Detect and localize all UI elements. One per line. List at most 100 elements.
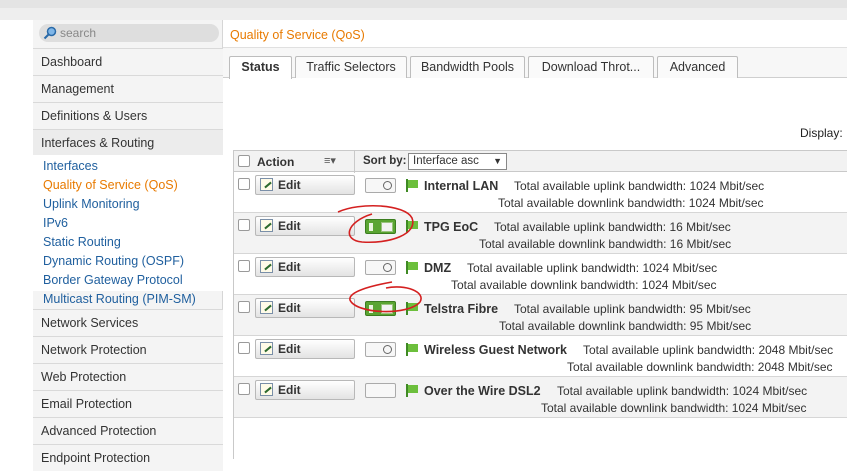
sort-by-label: Sort by:: [363, 155, 407, 167]
sidebar-subitem-uplink-monitoring[interactable]: Uplink Monitoring: [43, 197, 140, 211]
edit-icon: [260, 219, 273, 232]
row-checkbox[interactable]: [238, 219, 250, 231]
sidebar-subitem-static-routing[interactable]: Static Routing: [43, 235, 121, 249]
select-all-checkbox[interactable]: [238, 155, 250, 167]
tab-download-throttling[interactable]: Download Throt...: [528, 56, 654, 78]
downlink-bandwidth: Total available downlink bandwidth: 1024…: [451, 278, 717, 292]
display-label: Display:: [800, 126, 843, 140]
uplink-bandwidth: Total available uplink bandwidth: 1024 M…: [467, 261, 718, 275]
table-row: Edit DMZ Total available uplink bandwidth:…: [234, 254, 847, 295]
edit-button-label: Edit: [278, 178, 301, 192]
edit-button[interactable]: Edit: [255, 339, 355, 359]
table-row: Edit Telstra Fibre Total available uplink …: [234, 295, 847, 336]
edit-button[interactable]: Edit: [255, 257, 355, 277]
downlink-bandwidth: Total available downlink bandwidth: 95 M…: [499, 319, 752, 333]
status-toggle-on[interactable]: [365, 301, 396, 316]
sidebar-item-definitions-users[interactable]: Definitions & Users: [33, 102, 223, 129]
window-top-inner: [0, 0, 847, 8]
edit-button[interactable]: Edit: [255, 175, 355, 195]
edit-icon: [260, 383, 273, 396]
sidebar-subitem-bgp[interactable]: Border Gateway Protocol: [43, 273, 183, 287]
header-divider: [354, 151, 355, 173]
sidebar-subitem-interfaces[interactable]: Interfaces: [43, 159, 98, 173]
sidebar-subitem-ipv6[interactable]: IPv6: [43, 216, 68, 230]
row-checkbox[interactable]: [238, 301, 250, 313]
window-top-strip: [0, 0, 847, 20]
downlink-bandwidth: Total available downlink bandwidth: 1024…: [498, 196, 764, 210]
uplink-bandwidth: Total available uplink bandwidth: 2048 M…: [583, 343, 834, 357]
search-input[interactable]: search: [39, 24, 219, 42]
tab-status[interactable]: Status: [229, 56, 292, 79]
sidebar-item-email-protection[interactable]: Email Protection: [33, 390, 223, 417]
action-column-header: Action: [257, 155, 295, 169]
sidebar-subitem-pim-sm[interactable]: Multicast Routing (PIM-SM): [43, 292, 196, 306]
interface-flag-icon: [406, 220, 418, 233]
interface-flag-icon: [406, 343, 418, 356]
interface-flag-icon: [406, 302, 418, 315]
tab-bar: Status Traffic Selectors Bandwidth Pools…: [223, 48, 847, 79]
sidebar-item-advanced-protection[interactable]: Advanced Protection: [33, 417, 223, 444]
interface-flag-icon: [406, 179, 418, 192]
tab-advanced[interactable]: Advanced: [657, 56, 738, 78]
edit-button-label: Edit: [278, 219, 301, 233]
uplink-bandwidth: Total available uplink bandwidth: 16 Mbi…: [494, 220, 731, 234]
uplink-bandwidth: Total available uplink bandwidth: 1024 M…: [557, 384, 808, 398]
table-row: Edit Over the Wire DSL2 Total available up…: [234, 377, 847, 418]
left-margin: [0, 20, 33, 459]
interface-name: TPG EoC: [424, 220, 479, 234]
sidebar-item-endpoint-protection[interactable]: Endpoint Protection: [33, 444, 223, 471]
sidebar-item-dashboard[interactable]: Dashboard: [33, 48, 223, 75]
table-header: Action ≡▾ Sort by: Interface asc ▼: [234, 150, 847, 173]
tab-traffic-selectors[interactable]: Traffic Selectors: [295, 56, 407, 78]
edit-icon: [260, 342, 273, 355]
search-placeholder: search: [60, 26, 97, 40]
downlink-bandwidth: Total available downlink bandwidth: 1024…: [541, 401, 807, 415]
status-toggle-off[interactable]: [365, 342, 396, 357]
status-toggle-off[interactable]: [365, 260, 396, 275]
toggle-slot: [381, 304, 393, 314]
sidebar-subitem-qos[interactable]: Quality of Service (QoS): [43, 178, 178, 192]
uplink-bandwidth: Total available uplink bandwidth: 1024 M…: [514, 179, 765, 193]
edit-button[interactable]: Edit: [255, 216, 355, 236]
status-toggle-off[interactable]: [365, 383, 396, 398]
list-view-icon[interactable]: ≡▾: [324, 154, 336, 167]
search-icon: [43, 26, 57, 40]
sidebar-subitem-ospf[interactable]: Dynamic Routing (OSPF): [43, 254, 184, 268]
edit-button[interactable]: Edit: [255, 298, 355, 318]
edit-button-label: Edit: [278, 342, 301, 356]
interface-name: Internal LAN: [424, 179, 499, 193]
sort-select[interactable]: Interface asc ▼: [408, 153, 507, 170]
sidebar-submenu: Interfaces Quality of Service (QoS) Upli…: [33, 155, 223, 306]
edit-button-label: Edit: [278, 260, 301, 274]
sidebar-item-web-protection[interactable]: Web Protection: [33, 363, 223, 390]
row-checkbox[interactable]: [238, 383, 250, 395]
qos-interface-table: Action ≡▾ Sort by: Interface asc ▼ Edit I…: [233, 150, 847, 459]
status-toggle-off[interactable]: [365, 178, 396, 193]
tab-bandwidth-pools[interactable]: Bandwidth Pools: [410, 56, 525, 78]
table-row: Edit TPG EoC Total available uplink bandwi…: [234, 213, 847, 254]
interface-flag-icon: [406, 261, 418, 274]
sidebar-item-network-services[interactable]: Network Services: [33, 309, 223, 336]
interface-name: Telstra Fibre: [424, 302, 499, 316]
edit-button[interactable]: Edit: [255, 380, 355, 400]
toggle-knob: [383, 263, 392, 272]
interface-flag-icon: [406, 384, 418, 397]
row-checkbox[interactable]: [238, 260, 250, 272]
uplink-bandwidth: Total available uplink bandwidth: 95 Mbi…: [514, 302, 751, 316]
toggle-slot: [381, 222, 393, 232]
row-checkbox[interactable]: [238, 178, 250, 190]
sidebar-item-management[interactable]: Management: [33, 75, 223, 102]
interface-name: Wireless Guest Network: [424, 343, 567, 357]
interface-name: DMZ: [424, 261, 452, 275]
interface-name: Over the Wire DSL2: [424, 384, 541, 398]
sidebar-item-interfaces-routing[interactable]: Interfaces & Routing: [33, 129, 223, 156]
edit-button-label: Edit: [278, 383, 301, 397]
row-checkbox[interactable]: [238, 342, 250, 354]
sidebar-item-network-protection[interactable]: Network Protection: [33, 336, 223, 363]
status-toggle-on[interactable]: [365, 219, 396, 234]
edit-button-label: Edit: [278, 301, 301, 315]
page-title: Quality of Service (QoS): [230, 28, 365, 42]
table-row: Edit Internal LAN Total available uplink b…: [234, 172, 847, 213]
toggle-knob: [383, 345, 392, 354]
toggle-on-indicator: [369, 223, 373, 231]
